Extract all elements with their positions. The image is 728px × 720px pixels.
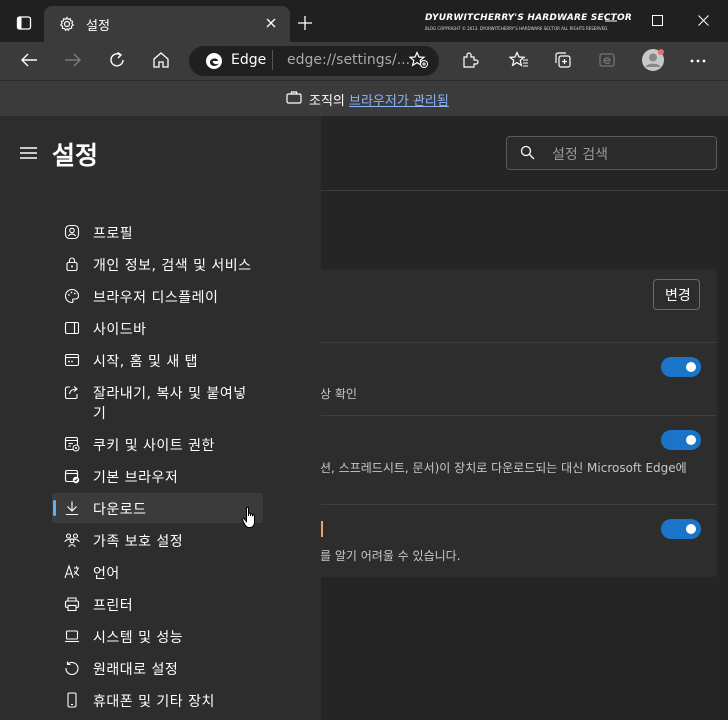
sidebar-item-label: 프린터: [93, 598, 134, 614]
ie-mode-icon[interactable]: [598, 51, 616, 69]
sidebar-item-label: 시스템 및 성능: [93, 630, 184, 646]
minimize-icon[interactable]: [605, 20, 617, 22]
close-tab-icon[interactable]: [265, 17, 277, 29]
sidebar-item-languages[interactable]: 언어: [52, 557, 263, 587]
collections-icon[interactable]: [554, 51, 572, 69]
downloads-menu-toggle[interactable]: [661, 519, 701, 539]
briefcase-icon: [286, 90, 302, 104]
sidebar-item-appearance[interactable]: 브라우저 디스플레이: [52, 281, 263, 311]
sidebar-item-downloads[interactable]: 다운로드: [52, 493, 263, 523]
default-browser-icon: [64, 468, 80, 484]
sidebar-item-label: 사이드바: [93, 322, 147, 338]
office-files-toggle[interactable]: [661, 430, 701, 450]
sidebar-item-label: 쿠키 및 사이트 권한: [93, 438, 215, 454]
hamburger-menu-icon[interactable]: [20, 146, 37, 160]
sidebar-item-label: 브라우저 디스플레이: [93, 290, 219, 306]
cookie-icon: [64, 436, 80, 452]
reset-icon: [64, 660, 80, 676]
phone-icon: [64, 692, 80, 708]
gear-icon: [59, 16, 75, 32]
home-tab-icon: [64, 352, 80, 368]
managed-notice-prefix: 조직의: [309, 94, 350, 109]
sidebar-item-printers[interactable]: 프린터: [52, 589, 263, 619]
sidebar-item-share-copy-paste[interactable]: 잘라내기, 복사 및 붙여넣 기: [52, 377, 263, 423]
sidebar-item-label: 잘라내기, 복사 및 붙여넣: [93, 386, 247, 402]
forward-icon[interactable]: [64, 52, 82, 68]
sidebar-icon: [64, 320, 80, 336]
sidebar-item-label: 기본 브라우저: [93, 470, 179, 486]
settings-title: 설정: [52, 141, 99, 170]
sidebar-item-phone[interactable]: 휴대폰 및 기타 장치: [52, 685, 263, 715]
printer-icon: [64, 596, 80, 612]
new-tab-icon[interactable]: [297, 15, 313, 31]
palette-icon: [64, 288, 80, 304]
search-placeholder: 설정 검색: [552, 147, 608, 163]
sidebar-item-default-browser[interactable]: 기본 브라우저: [52, 461, 263, 491]
sidebar-item-label-continued: 기: [93, 406, 107, 422]
row-divider: [320, 504, 717, 505]
sidebar-item-label: 개인 정보, 검색 및 서비스: [93, 258, 252, 274]
sidebar-item-sidebar[interactable]: 사이드바: [52, 313, 263, 343]
download-settings-card: [320, 269, 717, 577]
address-divider: [272, 50, 273, 70]
lock-icon: [64, 256, 80, 272]
edge-logo-icon: [205, 52, 223, 70]
sidebar-item-label: 원래대로 설정: [93, 662, 179, 678]
sidebar-item-family[interactable]: 가족 보호 설정: [52, 525, 263, 555]
sidebar-item-system[interactable]: 시스템 및 성능: [52, 621, 263, 651]
sidebar-item-start-home[interactable]: 시작, 홈 및 새 탭: [52, 345, 263, 375]
watermark-subtitle: BLOG COPYRIGHT © 2013. DYURWITCHERRY'S H…: [425, 26, 609, 31]
search-icon: [520, 145, 535, 160]
sidebar-item-profile[interactable]: 프로필: [52, 217, 263, 247]
download-icon: [64, 500, 80, 516]
sidebar-item-cookies[interactable]: 쿠키 및 사이트 권한: [52, 429, 263, 459]
managed-notice-link[interactable]: 브라우저가 관리됨: [349, 94, 449, 109]
home-icon[interactable]: [152, 51, 170, 69]
avatar[interactable]: [641, 48, 665, 72]
maximize-icon[interactable]: [652, 15, 663, 26]
add-favorite-icon[interactable]: [409, 51, 429, 69]
settings-search-input[interactable]: [506, 136, 717, 170]
row1-description: 상 확인: [320, 387, 357, 401]
tab-actions-icon[interactable]: [16, 15, 32, 31]
sidebar-item-label: 다운로드: [93, 502, 147, 518]
sidebar-item-privacy[interactable]: 개인 정보, 검색 및 서비스: [52, 249, 263, 279]
download-ask-toggle[interactable]: [661, 357, 701, 377]
row-divider: [320, 342, 717, 343]
refresh-icon[interactable]: [108, 51, 126, 69]
close-window-icon[interactable]: [698, 15, 709, 26]
sidebar-item-label: 프로필: [93, 226, 134, 242]
change-button-label: 변경: [665, 288, 691, 304]
watermark-title: DYURWITCHERRY'S HARDWARE SECTOR: [425, 13, 632, 23]
extensions-icon[interactable]: [461, 51, 479, 69]
hand-cursor-icon: [241, 506, 259, 530]
language-icon: [64, 564, 80, 580]
url-text[interactable]: edge://settings/...: [287, 52, 410, 68]
back-icon[interactable]: [20, 52, 38, 68]
more-icon[interactable]: [690, 59, 706, 63]
managed-notice: 조직의 브라우저가 관리됨: [309, 90, 449, 109]
sidebar-item-label: 시작, 홈 및 새 탭: [93, 354, 199, 370]
sidebar-item-reset[interactable]: 원래대로 설정: [52, 653, 263, 683]
profile-icon: [64, 224, 80, 240]
family-icon: [64, 532, 80, 548]
row2-description: 션, 스프레드시트, 문서)이 장치로 다운로드되는 대신 Microsoft …: [320, 461, 687, 475]
sidebar-item-label: 언어: [93, 566, 120, 582]
site-name: Edge: [231, 52, 267, 68]
sidebar-item-label: 가족 보호 설정: [93, 534, 184, 550]
share-icon: [64, 384, 80, 400]
laptop-icon: [64, 628, 80, 644]
header-divider: [320, 190, 728, 191]
row3-description: 를 알기 어려울 수 있습니다.: [320, 549, 461, 563]
row-divider: [320, 415, 717, 416]
tab-title: 설정: [86, 19, 110, 34]
sidebar-item-label: 휴대폰 및 기타 장치: [93, 694, 215, 710]
favorites-icon[interactable]: [509, 51, 529, 69]
tab-settings[interactable]: [44, 6, 290, 44]
